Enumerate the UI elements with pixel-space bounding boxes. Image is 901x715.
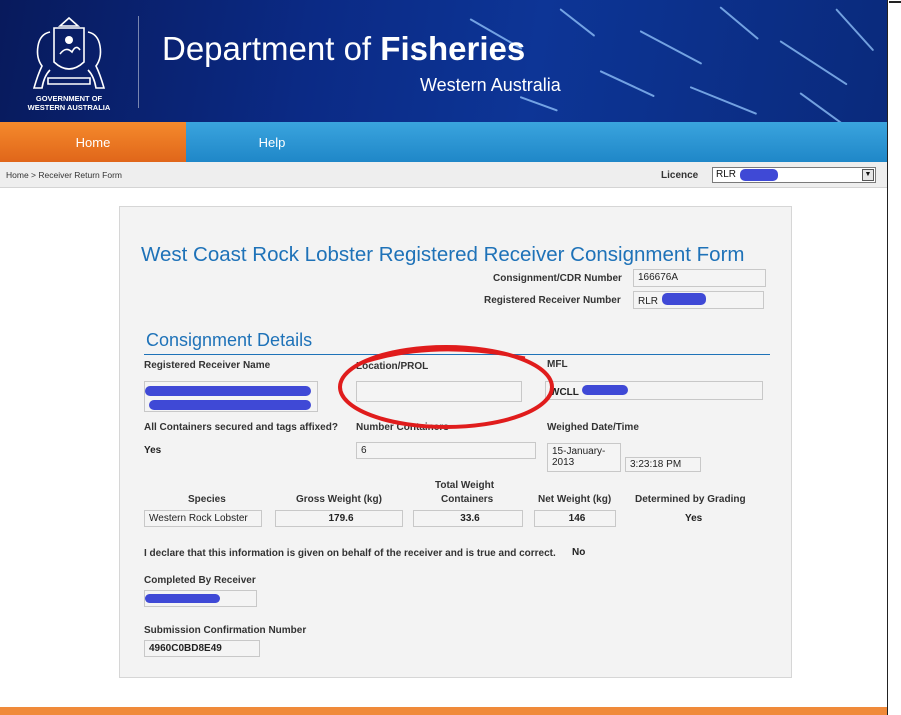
receiver-number-label: Registered Receiver Number bbox=[484, 295, 621, 306]
consignment-form: West Coast Rock Lobster Registered Recei… bbox=[119, 206, 792, 678]
nav-home-tab[interactable]: Home bbox=[0, 122, 186, 162]
species-field: Western Rock Lobster bbox=[144, 510, 262, 527]
redaction-mark bbox=[740, 169, 778, 181]
completed-by-label: Completed By Receiver bbox=[144, 575, 256, 586]
header-decoration bbox=[799, 92, 850, 122]
government-crest-icon bbox=[32, 16, 106, 89]
department-title-prefix: Department of bbox=[162, 30, 381, 67]
government-label-line1: GOVERNMENT OF bbox=[35, 94, 103, 103]
number-containers-field: 6 bbox=[356, 442, 536, 459]
total-weight-label-line1: Total Weight bbox=[435, 480, 495, 491]
number-containers-value: 6 bbox=[361, 445, 367, 456]
total-weight-field: 33.6 bbox=[413, 510, 523, 527]
containers-secured-value: Yes bbox=[144, 445, 162, 456]
weighed-date-field: 15-January- 2013 bbox=[547, 443, 621, 472]
government-label: GOVERNMENT OF WESTERN AUSTRALIA bbox=[4, 94, 134, 112]
redaction-mark bbox=[582, 385, 628, 395]
consignment-number-label: Consignment/CDR Number bbox=[493, 273, 622, 284]
confirmation-label: Submission Confirmation Number bbox=[144, 625, 307, 636]
receiver-name-field bbox=[144, 381, 318, 412]
breadcrumb-home-link[interactable]: Home bbox=[6, 170, 29, 180]
redaction-mark bbox=[145, 386, 311, 396]
redaction-mark bbox=[662, 293, 706, 305]
total-weight-label-line2: Containers bbox=[441, 494, 494, 505]
header-decoration bbox=[559, 8, 596, 37]
declaration-value: No bbox=[572, 547, 586, 558]
page-frame: GOVERNMENT OF WESTERN AUSTRALIA Departme… bbox=[0, 0, 888, 715]
licence-select-value: RLR bbox=[716, 169, 737, 180]
weighed-date-label: Weighed Date/Time bbox=[547, 422, 639, 433]
header-decoration bbox=[639, 30, 703, 65]
weighed-time-value: 3:23:18 PM bbox=[630, 459, 682, 470]
header-divider bbox=[138, 16, 139, 108]
total-weight-value: 33.6 bbox=[460, 513, 480, 524]
weighed-time-field: 3:23:18 PM bbox=[625, 457, 701, 472]
net-weight-value: 146 bbox=[568, 513, 586, 524]
confirmation-value: 4960C0BD8E49 bbox=[149, 643, 222, 654]
weighed-date-line2: 2013 bbox=[552, 457, 575, 468]
header-decoration bbox=[519, 96, 558, 112]
header-decoration bbox=[835, 8, 875, 52]
species-value: Western Rock Lobster bbox=[149, 513, 248, 524]
redaction-mark bbox=[145, 594, 220, 603]
department-title-bold: Fisheries bbox=[380, 30, 526, 67]
header-decoration bbox=[779, 40, 848, 86]
weighed-date-line1: 15-January- bbox=[552, 446, 606, 457]
net-weight-label: Net Weight (kg) bbox=[538, 494, 612, 505]
breadcrumb-current: Receiver Return Form bbox=[38, 170, 122, 180]
net-weight-field: 146 bbox=[534, 510, 616, 527]
mfl-field: WCLL bbox=[545, 381, 763, 400]
licence-label: Licence bbox=[661, 170, 699, 181]
grading-label: Determined by Grading bbox=[635, 494, 746, 505]
redaction-mark bbox=[149, 400, 311, 410]
licence-select[interactable]: RLR ▼ bbox=[712, 167, 876, 183]
consignment-number-field: 166676A bbox=[633, 269, 766, 287]
receiver-name-label: Registered Receiver Name bbox=[144, 360, 271, 371]
breadcrumb-separator: > bbox=[28, 170, 39, 180]
site-header: GOVERNMENT OF WESTERN AUSTRALIA Departme… bbox=[0, 0, 887, 122]
consignment-number-value: 166676A bbox=[638, 272, 679, 283]
grading-value: Yes bbox=[685, 513, 703, 524]
header-decoration bbox=[599, 70, 655, 98]
receiver-number-value: RLR bbox=[638, 296, 659, 307]
government-label-line2: WESTERN AUSTRALIA bbox=[27, 103, 111, 112]
nav-help-tab[interactable]: Help bbox=[236, 122, 308, 162]
header-decoration bbox=[719, 6, 759, 40]
gross-weight-label: Gross Weight (kg) bbox=[296, 494, 382, 505]
breadcrumb-bar: Home > Receiver Return Form Licence RLR … bbox=[0, 162, 887, 188]
annotation-circle bbox=[338, 345, 554, 429]
receiver-number-field: RLR bbox=[633, 291, 764, 309]
species-label: Species bbox=[188, 494, 226, 505]
dropdown-arrow-icon[interactable]: ▼ bbox=[862, 169, 874, 181]
main-nav: Home Help bbox=[0, 122, 887, 162]
department-title: Department of Fisheries bbox=[162, 30, 525, 68]
declaration-text: I declare that this information is given… bbox=[144, 548, 556, 559]
confirmation-field: 4960C0BD8E49 bbox=[144, 640, 260, 657]
section-title: Consignment Details bbox=[146, 330, 313, 350]
breadcrumb: Home > Receiver Return Form bbox=[6, 170, 122, 180]
form-title: West Coast Rock Lobster Registered Recei… bbox=[141, 243, 745, 266]
footer-strip bbox=[0, 707, 887, 715]
gross-weight-field: 179.6 bbox=[275, 510, 403, 527]
containers-secured-label: All Containers secured and tags affixed? bbox=[144, 422, 338, 433]
department-subtitle: Western Australia bbox=[420, 75, 561, 95]
window-edge-mark bbox=[889, 1, 901, 3]
gross-weight-value: 179.6 bbox=[328, 513, 354, 524]
completed-by-field bbox=[144, 590, 257, 607]
header-decoration bbox=[689, 86, 758, 115]
